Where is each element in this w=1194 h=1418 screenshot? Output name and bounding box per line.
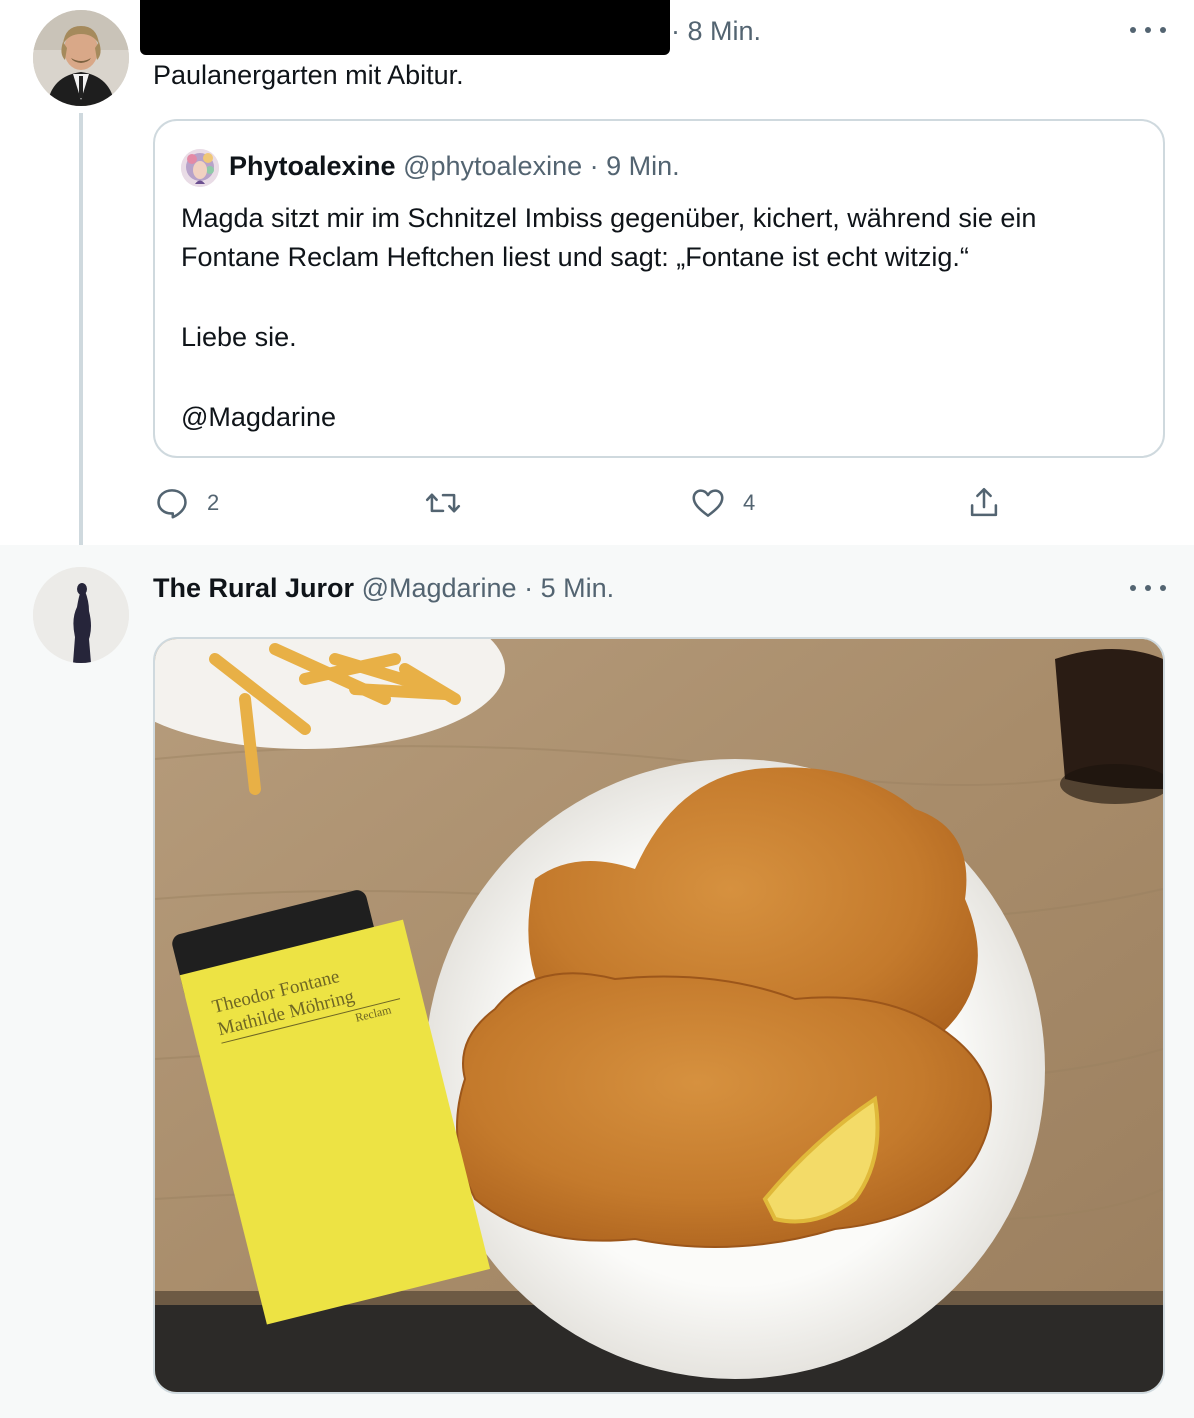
reply-icon <box>157 489 187 519</box>
avatar-image-icon <box>33 567 129 663</box>
tweet-timestamp[interactable]: · 8 Min. <box>671 16 761 47</box>
tweet-text: Paulanergarten mit Abitur. <box>153 60 464 90</box>
quoted-avatar-image-icon <box>181 149 219 187</box>
author-name[interactable]: The Rural Juror <box>153 573 354 603</box>
like-button[interactable]: 4 <box>689 483 755 523</box>
tweet-header: The Rural Juror @Magdarine · 5 Min. <box>153 573 614 604</box>
quoted-avatar[interactable] <box>181 149 219 187</box>
reply-count: 2 <box>207 490 220 515</box>
reply-button[interactable]: 2 <box>153 483 219 523</box>
like-count: 4 <box>743 490 756 515</box>
quoted-author-handle[interactable]: @phytoalexine <box>403 151 582 181</box>
more-options-icon[interactable] <box>1130 582 1166 594</box>
quoted-mention-line[interactable]: @Magdarine <box>181 398 1036 437</box>
thread-line <box>79 113 83 563</box>
avatar[interactable] <box>33 567 129 663</box>
quoted-tweet[interactable]: Phytoalexine @phytoalexine · 9 Min. Magd… <box>153 119 1165 458</box>
author-handle[interactable]: @Magdarine <box>362 573 517 603</box>
tweet-photo[interactable]: Theodor Fontane Mathilde Möhring Reclam <box>153 637 1165 1394</box>
heart-icon <box>692 489 724 517</box>
share-icon <box>970 487 998 517</box>
avatar[interactable] <box>33 10 129 106</box>
quoted-timestamp[interactable]: · 9 Min. <box>590 151 680 181</box>
tweet-1[interactable]: · 8 Min. Paulanergarten mit Abitur. Phyt… <box>0 0 1194 563</box>
quoted-text: Magda sitzt mir im Schnitzel Imbiss gege… <box>181 199 1036 437</box>
quoted-text-line: Magda sitzt mir im Schnitzel Imbiss gege… <box>181 203 1037 233</box>
tweet-timestamp[interactable]: · 5 Min. <box>524 573 614 603</box>
quoted-text-line: Fontane Reclam Heftchen liest und sagt: … <box>181 242 969 272</box>
quoted-author-name[interactable]: Phytoalexine <box>229 151 396 181</box>
quoted-header: Phytoalexine @phytoalexine · 9 Min. <box>229 151 680 182</box>
avatar-image-icon <box>33 10 129 106</box>
tweet-actions: 2 4 <box>153 483 1033 523</box>
redacted-username <box>140 0 670 55</box>
more-options-icon[interactable] <box>1130 24 1166 36</box>
retweet-icon <box>425 493 461 513</box>
schnitzel-photo-icon: Theodor Fontane Mathilde Möhring Reclam <box>155 639 1163 1392</box>
share-button[interactable] <box>965 483 1003 523</box>
retweet-button[interactable] <box>423 483 463 523</box>
tweet-2[interactable]: The Rural Juror @Magdarine · 5 Min. Theo… <box>0 545 1194 1418</box>
quoted-text-line: Liebe sie. <box>181 322 297 352</box>
